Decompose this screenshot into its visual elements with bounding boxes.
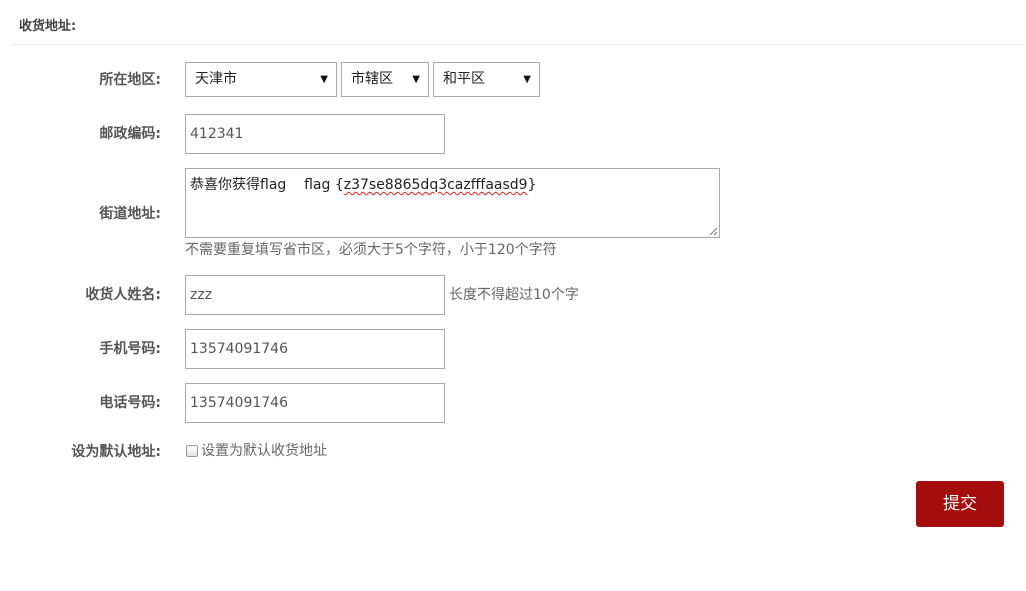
street-value-prefix: 恭喜你获得flag flag {: [190, 177, 344, 193]
phone-value: 13574091746: [190, 395, 288, 411]
phone-label: 电话号码:: [99, 395, 161, 411]
city-select[interactable]: 市辖区 ▼: [341, 62, 429, 97]
street-address-textarea[interactable]: 恭喜你获得flag flag {z37se8865dq3cazfffaasd9}: [185, 168, 720, 238]
region-label: 所在地区:: [99, 72, 161, 88]
recipient-name-input[interactable]: zzz: [185, 275, 445, 315]
district-select[interactable]: 和平区 ▼: [433, 62, 540, 97]
postal-code-value: 412341: [190, 126, 244, 142]
postal-label: 邮政编码:: [99, 126, 161, 142]
default-address-checkbox-label[interactable]: 设置为默认收货地址: [201, 442, 327, 460]
default-address-checkbox[interactable]: [186, 445, 198, 457]
street-hint: 不需要重复填写省市区，必须大于5个字符，小于120个字符: [185, 242, 557, 258]
mobile-label: 手机号码:: [99, 341, 161, 357]
mobile-input[interactable]: 13574091746: [185, 329, 445, 369]
mobile-value: 13574091746: [190, 341, 288, 357]
resize-grip-icon[interactable]: [709, 227, 718, 236]
submit-button[interactable]: 提交: [916, 481, 1004, 527]
dropdown-arrow-icon: ▼: [523, 74, 531, 85]
recipient-name-value: zzz: [190, 287, 213, 303]
postal-code-input[interactable]: 412341: [185, 114, 445, 154]
province-select[interactable]: 天津市 ▼: [185, 62, 337, 97]
province-value: 天津市: [195, 71, 237, 87]
recipient-hint: 长度不得超过10个字: [449, 287, 579, 303]
default-address-label: 设为默认地址:: [71, 444, 161, 460]
street-label: 街道地址:: [99, 206, 161, 222]
section-header: 收货地址:: [12, 0, 1026, 45]
city-value: 市辖区: [351, 71, 393, 87]
street-value-flag: z37se8865dq3cazfffaasd9: [343, 177, 528, 193]
dropdown-arrow-icon: ▼: [320, 74, 328, 85]
recipient-label: 收货人姓名:: [85, 287, 161, 303]
phone-input[interactable]: 13574091746: [185, 383, 445, 423]
street-value-suffix: }: [527, 177, 537, 193]
district-value: 和平区: [443, 71, 485, 87]
section-title: 收货地址:: [19, 19, 77, 34]
dropdown-arrow-icon: ▼: [412, 74, 420, 85]
